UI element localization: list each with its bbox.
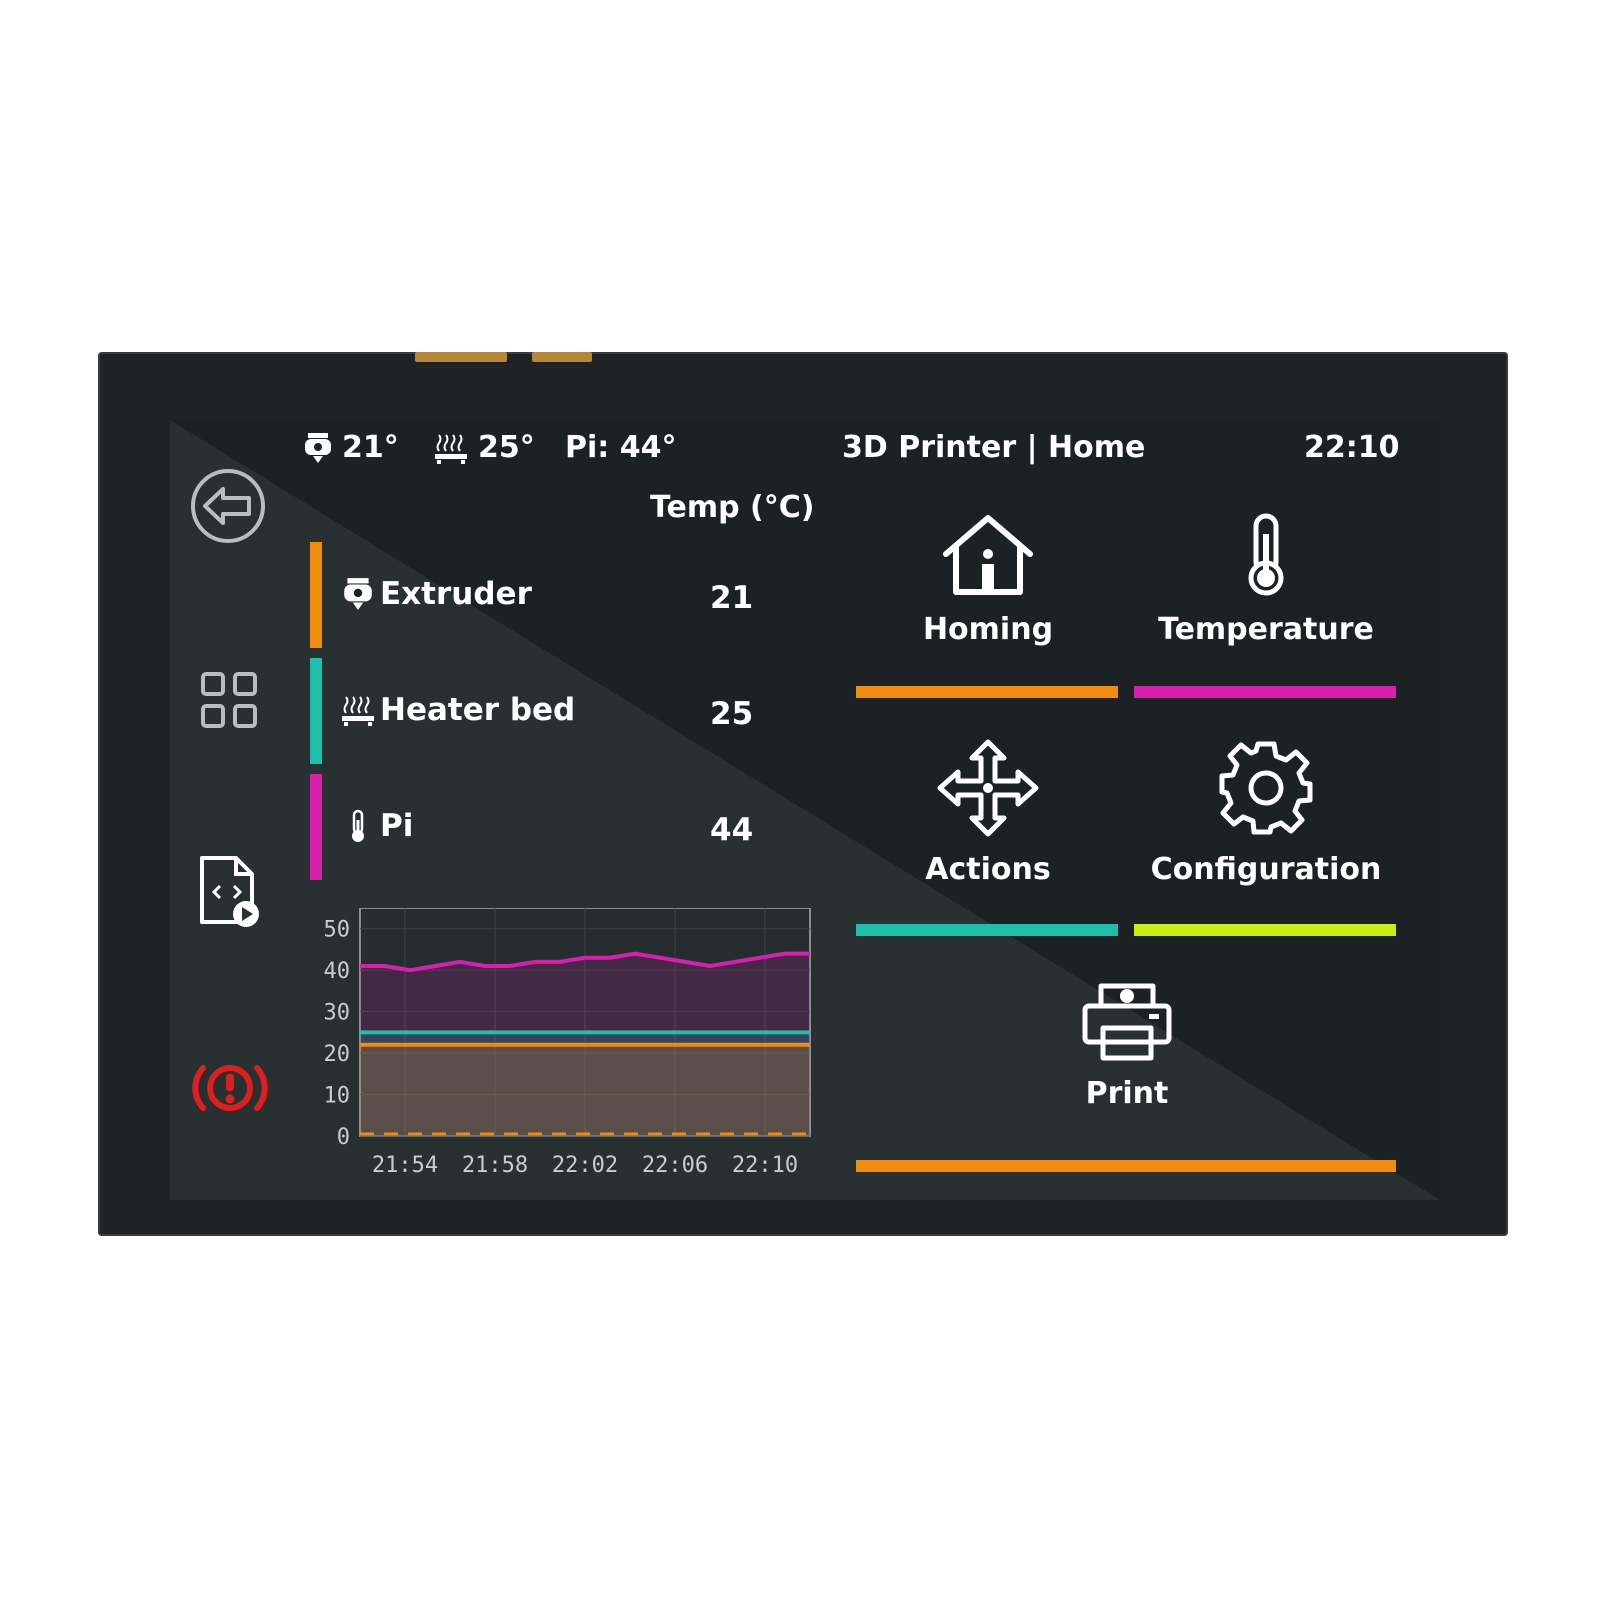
move-arrows-icon <box>937 739 1039 837</box>
tile-temperature[interactable]: Temperature <box>1134 512 1398 647</box>
heater-bed-icon <box>342 696 374 726</box>
extruder-icon <box>305 432 331 463</box>
tile-homing-underline <box>856 686 1118 698</box>
temp-row-value: 21 <box>710 580 754 616</box>
ribbon-tab <box>415 352 507 362</box>
thermometer-icon <box>1248 513 1284 596</box>
chart-y-tick-label: 50 <box>324 918 351 943</box>
temp-row-label: Heater bed <box>380 692 576 728</box>
chart-x-tick-label: 22:06 <box>642 1153 708 1178</box>
home-icon <box>943 515 1033 595</box>
back-arrow-icon <box>191 469 265 543</box>
gcode-file-icon <box>200 856 259 927</box>
tile-actions-underline <box>856 924 1118 936</box>
emergency-stop-icon <box>192 1065 268 1111</box>
chart-y-tick-label: 40 <box>324 959 351 984</box>
gcode-files-button[interactable] <box>194 852 264 932</box>
chart-x-tick-label: 22:02 <box>552 1153 618 1178</box>
status-pi-temp: Pi: 44° <box>565 430 677 465</box>
temperature-history-chart: 21:54 21:58 22:02 22:06 22:10 0 10 20 30 40 50 <box>324 908 811 1178</box>
gear-icon <box>1219 741 1313 835</box>
status-extruder: 21° <box>302 430 399 465</box>
touch-screen: 21° 25° Pi: 44° 3D Printer | Home 22:10 <box>170 420 1440 1200</box>
tile-configuration-underline <box>1134 924 1396 936</box>
chart-y-tick-label: 30 <box>324 1001 351 1026</box>
chart-x-tick-label: 21:58 <box>462 1153 528 1178</box>
chart-y-tick-label: 0 <box>337 1125 350 1150</box>
status-bed: 25° <box>432 430 535 465</box>
grid-icon <box>201 672 257 728</box>
chart-y-tick-label: 10 <box>324 1084 351 1109</box>
tile-label: Temperature <box>1158 612 1374 647</box>
extruder-icon <box>344 578 372 610</box>
status-bar: 21° 25° Pi: 44° 3D Printer | Home 22:10 <box>170 420 1440 472</box>
tile-label: Actions <box>925 852 1051 887</box>
tile-actions[interactable]: Actions <box>856 738 1120 887</box>
status-bed-temp: 25° <box>478 430 535 465</box>
temp-row-pi[interactable]: Pi 44 <box>310 774 770 880</box>
heater-bed-icon <box>435 433 467 464</box>
temp-row-label: Extruder <box>380 576 532 612</box>
temp-row-value: 44 <box>710 812 754 848</box>
tile-label: Print <box>1085 1076 1169 1111</box>
temperature-panel-title: Temp (°C) <box>650 490 815 525</box>
tile-homing[interactable]: Homing <box>856 512 1120 647</box>
back-button[interactable] <box>188 466 268 546</box>
chart-y-tick-label: 20 <box>324 1042 351 1067</box>
menu-grid-button[interactable] <box>194 665 264 735</box>
clock: 22:10 <box>1304 430 1400 465</box>
chart-x-tick-label: 22:10 <box>732 1153 798 1178</box>
tile-configuration[interactable]: Configuration <box>1134 738 1398 887</box>
printer-icon <box>1082 983 1172 1061</box>
thermometer-icon <box>352 809 364 842</box>
tile-print-underline <box>856 1160 1396 1172</box>
series-color-bar <box>310 658 322 764</box>
tile-temperature-underline <box>1134 686 1396 698</box>
temp-row-heater-bed[interactable]: Heater bed 25 <box>310 658 770 764</box>
page-title: 3D Printer | Home <box>842 430 1146 465</box>
tile-print[interactable]: Print <box>995 982 1259 1111</box>
series-color-bar <box>310 542 322 648</box>
chart-x-tick-label: 21:54 <box>372 1153 438 1178</box>
emergency-stop-button[interactable] <box>188 1048 272 1128</box>
status-extruder-temp: 21° <box>342 430 399 465</box>
tile-label: Homing <box>922 612 1054 647</box>
temp-row-value: 25 <box>710 696 754 732</box>
tile-label: Configuration <box>1150 852 1382 887</box>
series-color-bar <box>310 774 322 880</box>
ribbon-tab <box>532 352 592 362</box>
temp-row-label: Pi <box>380 808 414 844</box>
temp-row-extruder[interactable]: Extruder 21 <box>310 542 770 648</box>
chart-series-area <box>360 1044 810 1136</box>
